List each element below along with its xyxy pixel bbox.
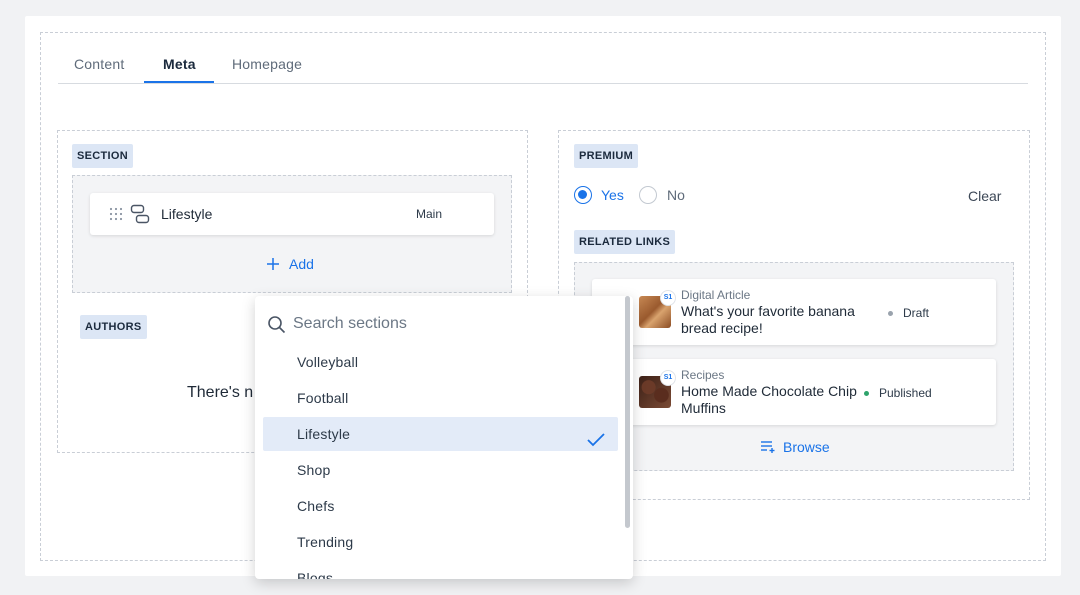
status-dot (864, 390, 869, 396)
dropdown-option-shop[interactable]: Shop (263, 453, 618, 487)
add-section-label: Add (289, 256, 314, 272)
authors-chip: AUTHORS (80, 315, 147, 339)
link-title: What's your favorite banana bread recipe… (681, 303, 855, 336)
section-chip: SECTION (72, 144, 133, 168)
search-placeholder: Search sections (293, 315, 407, 332)
status-badge: Published (864, 386, 932, 400)
search-icon (267, 315, 286, 334)
checkmark-icon (586, 426, 606, 447)
dropdown-option-chefs[interactable]: Chefs (263, 489, 618, 523)
premium-clear-button[interactable]: Clear (968, 188, 1001, 204)
section-layout-icon (130, 204, 150, 229)
tab-bar: Content Meta Homepage (58, 50, 1028, 84)
premium-no-label[interactable]: No (667, 187, 685, 203)
status-label: Published (879, 386, 932, 400)
browse-button[interactable]: Browse (760, 438, 830, 456)
status-badge: Draft (888, 306, 929, 320)
section-item-name: Lifestyle (161, 206, 213, 222)
section-item-row[interactable]: Lifestyle Main (90, 193, 494, 235)
browse-list-icon (760, 440, 776, 454)
related-link-card[interactable]: S1 Recipes Home Made Chocolate Chip Muff… (592, 359, 996, 425)
tab-content[interactable]: Content (74, 56, 124, 72)
tab-homepage[interactable]: Homepage (232, 56, 302, 72)
dropdown-option-volleyball[interactable]: Volleyball (263, 345, 618, 379)
authors-empty-text: There's n (187, 384, 254, 401)
add-section-button[interactable]: Add (266, 254, 314, 274)
section-item-tag: Main (416, 207, 443, 221)
section-search-dropdown: Search sections Volleyball Football Life… (255, 296, 633, 579)
premium-no-radio[interactable] (639, 186, 657, 204)
tab-meta[interactable]: Meta (163, 56, 196, 72)
related-link-card[interactable]: S1 Digital Article What's your favorite … (592, 279, 996, 345)
site-badge-icon: S1 (660, 370, 676, 386)
browse-label: Browse (783, 439, 830, 455)
premium-yes-label[interactable]: Yes (601, 187, 624, 203)
link-type: Recipes (681, 368, 725, 382)
link-type: Digital Article (681, 288, 751, 302)
dropdown-option-blogs[interactable]: Blogs (263, 561, 618, 579)
dropdown-scrollbar[interactable] (625, 296, 630, 528)
drag-handle-icon[interactable] (109, 207, 123, 226)
related-links-chip: RELATED LINKS (574, 230, 676, 254)
dropdown-option-label: Lifestyle (297, 426, 351, 442)
status-label: Draft (903, 306, 930, 320)
premium-yes-radio[interactable] (574, 186, 592, 204)
plus-icon (266, 257, 280, 271)
link-title: Home Made Chocolate Chip Muffins (681, 383, 857, 416)
active-tab-indicator (144, 81, 214, 83)
dropdown-option-lifestyle[interactable]: Lifestyle (263, 417, 618, 451)
status-dot (888, 310, 893, 316)
premium-chip: PREMIUM (574, 144, 639, 168)
section-search-input[interactable]: Search sections (267, 312, 607, 336)
dropdown-option-football[interactable]: Football (263, 381, 618, 415)
dropdown-option-trending[interactable]: Trending (263, 525, 618, 559)
site-badge-icon: S1 (660, 290, 676, 306)
